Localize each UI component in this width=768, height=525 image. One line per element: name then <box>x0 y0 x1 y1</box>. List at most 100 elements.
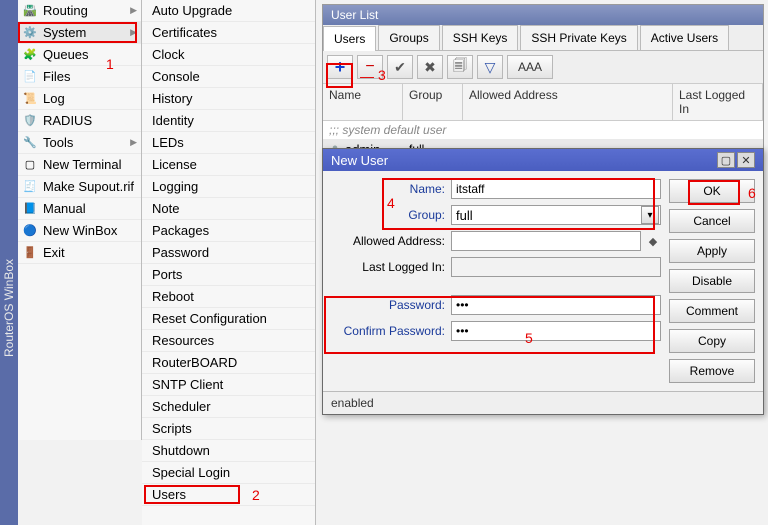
group-value: full <box>456 208 473 223</box>
app-title: RouterOS WinBox <box>2 339 16 357</box>
submenu-item-shutdown[interactable]: Shutdown <box>142 440 315 462</box>
menu-item-files[interactable]: 📄 Files <box>18 66 141 88</box>
password-field[interactable] <box>451 295 661 315</box>
tab-users[interactable]: Users <box>323 26 376 51</box>
submenu-item-reset-configuration[interactable]: Reset Configuration <box>142 308 315 330</box>
submenu-item-scripts[interactable]: Scripts <box>142 418 315 440</box>
tab-ssh-private-keys[interactable]: SSH Private Keys <box>520 25 637 50</box>
menu-item-new-terminal[interactable]: ▢New Terminal <box>18 154 141 176</box>
menu-item-radius[interactable]: 🛡️RADIUS <box>18 110 141 132</box>
submenu-item-console[interactable]: Console <box>142 66 315 88</box>
user-list-toolbar: + − ✔ ✖ 🗐 ▽ AAA <box>323 51 763 84</box>
submenu-item-resources[interactable]: Resources <box>142 330 315 352</box>
make-supout.rif-icon: 🧾 <box>22 179 38 195</box>
menu-item-label: Tools <box>43 135 73 150</box>
add-button[interactable]: + <box>327 55 353 79</box>
minimize-icon[interactable]: ▢ <box>717 152 735 168</box>
copy-button[interactable]: Copy <box>669 329 755 353</box>
new-user-dialog: New User ▢ ✕ Name: Group: full ▾ Allowed… <box>322 148 764 415</box>
submenu-item-certificates[interactable]: Certificates <box>142 22 315 44</box>
col-lastlogin[interactable]: Last Logged In <box>673 84 763 120</box>
submenu-item-packages[interactable]: Packages <box>142 220 315 242</box>
submenu-item-note[interactable]: Note <box>142 198 315 220</box>
submenu-item-identity[interactable]: Identity <box>142 110 315 132</box>
tab-groups[interactable]: Groups <box>378 25 439 50</box>
menu-item-label: Log <box>43 91 65 106</box>
label-lastlogin: Last Logged In: <box>331 260 451 274</box>
filter-button[interactable]: ▽ <box>477 55 503 79</box>
annotation-3: 3 <box>378 67 386 83</box>
submenu-item-users[interactable]: Users <box>142 484 315 506</box>
submenu-item-reboot[interactable]: Reboot <box>142 286 315 308</box>
close-icon[interactable]: ✕ <box>737 152 755 168</box>
submenu-item-scheduler[interactable]: Scheduler <box>142 396 315 418</box>
confirm-password-field[interactable] <box>451 321 661 341</box>
aaa-button[interactable]: AAA <box>507 55 553 79</box>
disable-user-button[interactable]: Disable <box>669 269 755 293</box>
menu-item-make-supout.rif[interactable]: 🧾Make Supout.rif <box>18 176 141 198</box>
tab-ssh-keys[interactable]: SSH Keys <box>442 25 519 50</box>
menu-item-new-winbox[interactable]: 🔵New WinBox <box>18 220 141 242</box>
remove-user-button[interactable]: Remove <box>669 359 755 383</box>
menu-item-label: Manual <box>43 201 86 216</box>
group-combo[interactable]: full ▾ <box>451 205 661 225</box>
submenu-item-ports[interactable]: Ports <box>142 264 315 286</box>
submenu-item-history[interactable]: History <box>142 88 315 110</box>
menu-item-exit[interactable]: 🚪Exit <box>18 242 141 264</box>
queues-icon: 🧩 <box>22 47 38 63</box>
dialog-form: Name: Group: full ▾ Allowed Address: ◆ L… <box>331 179 661 383</box>
tools-icon: 🔧 <box>22 135 38 151</box>
annotation-2: 2 <box>252 487 260 503</box>
label-name: Name: <box>331 182 451 196</box>
col-address[interactable]: Allowed Address <box>463 84 673 120</box>
col-name[interactable]: Name <box>323 84 403 120</box>
user-list-tabs: UsersGroupsSSH KeysSSH Private KeysActiv… <box>323 25 763 51</box>
submenu-item-clock[interactable]: Clock <box>142 44 315 66</box>
vertical-title-strip: RouterOS WinBox <box>0 0 18 525</box>
dialog-titlebar[interactable]: New User ▢ ✕ <box>323 149 763 171</box>
apply-button[interactable]: Apply <box>669 239 755 263</box>
col-group[interactable]: Group <box>403 84 463 120</box>
label-confirm-password: Confirm Password: <box>331 324 451 338</box>
submenu-item-auto-upgrade[interactable]: Auto Upgrade <box>142 0 315 22</box>
annotation-4: 4 <box>387 195 395 211</box>
menu-item-label: New Terminal <box>43 157 122 172</box>
menu-item-queues[interactable]: 🧩Queues <box>18 44 141 66</box>
menu-item-routing[interactable]: 🛣️Routing▶ <box>18 0 141 22</box>
submenu-item-license[interactable]: License <box>142 154 315 176</box>
new-winbox-icon: 🔵 <box>22 223 38 239</box>
submenu-item-leds[interactable]: LEDs <box>142 132 315 154</box>
menu-item-label: Files <box>43 69 70 84</box>
submenu-item-logging[interactable]: Logging <box>142 176 315 198</box>
submenu-item-sntp-client[interactable]: SNTP Client <box>142 374 315 396</box>
system-submenu: Auto UpgradeCertificatesClockConsoleHist… <box>142 0 316 525</box>
menu-item-manual[interactable]: 📘Manual <box>18 198 141 220</box>
cancel-button[interactable]: Cancel <box>669 209 755 233</box>
tab-active-users[interactable]: Active Users <box>640 25 729 50</box>
routing-icon: 🛣️ <box>22 3 38 19</box>
dialog-status: enabled <box>323 391 763 414</box>
label-password: Password: <box>331 298 451 312</box>
user-list-window: User List UsersGroupsSSH KeysSSH Private… <box>322 4 764 161</box>
address-spinner-icon[interactable]: ◆ <box>645 235 661 248</box>
chevron-right-icon: ▶ <box>130 27 137 38</box>
disable-button[interactable]: ✖ <box>417 55 443 79</box>
comment-user-button[interactable]: Comment <box>669 299 755 323</box>
ok-button[interactable]: OK <box>669 179 755 203</box>
chevron-down-icon[interactable]: ▾ <box>641 206 659 224</box>
files-icon: 📄 <box>22 69 38 85</box>
menu-item-system[interactable]: ⚙️System▶ <box>18 22 141 44</box>
submenu-item-password[interactable]: Password <box>142 242 315 264</box>
allowed-address-field[interactable] <box>451 231 641 251</box>
submenu-item-routerboard[interactable]: RouterBOARD <box>142 352 315 374</box>
menu-item-log[interactable]: 📜Log <box>18 88 141 110</box>
name-field[interactable] <box>451 179 661 199</box>
comment-button[interactable]: 🗐 <box>447 55 473 79</box>
user-list-title: User List <box>323 5 763 25</box>
submenu-item-special-login[interactable]: Special Login <box>142 462 315 484</box>
menu-item-tools[interactable]: 🔧Tools▶ <box>18 132 141 154</box>
label-address: Allowed Address: <box>331 234 451 248</box>
chevron-right-icon: ▶ <box>130 5 137 16</box>
main-menu: 🛣️Routing▶⚙️System▶🧩Queues 📄 Files 📜Log🛡️RA… <box>18 0 142 440</box>
enable-button[interactable]: ✔ <box>387 55 413 79</box>
